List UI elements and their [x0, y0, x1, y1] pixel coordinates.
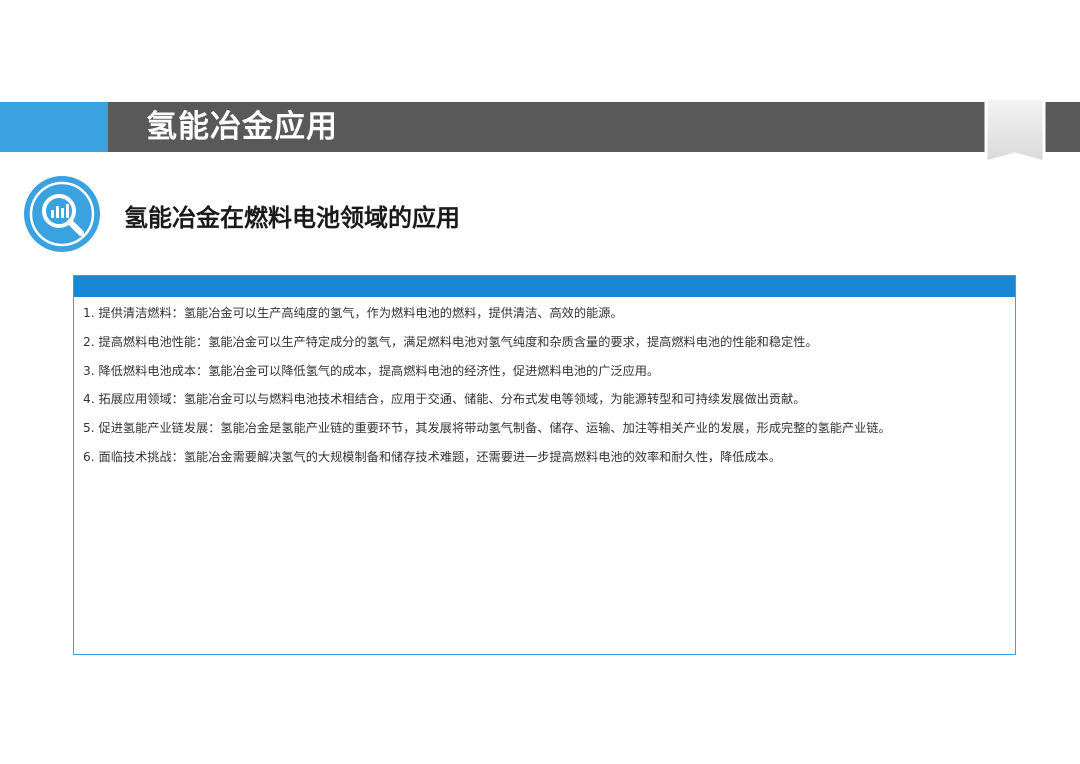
page-title: 氢能冶金应用 [146, 109, 338, 145]
title-accent-block [0, 102, 108, 152]
list-item: 5. 促进氢能产业链发展：氢能冶金是氢能产业链的重要环节，其发展将带动氢气制备、… [83, 421, 891, 436]
content-panel-header [74, 276, 1015, 297]
title-bar: 氢能冶金应用 [0, 102, 1080, 152]
content-list: 1. 提供清洁燃料：氢能冶金可以生产高纯度的氢气，作为燃料电池的燃料，提供清洁、… [74, 297, 1015, 464]
content-panel: 1. 提供清洁燃料：氢能冶金可以生产高纯度的氢气，作为燃料电池的燃料，提供清洁、… [73, 275, 1016, 655]
list-item: 4. 拓展应用领域：氢能冶金可以与燃料电池技术相结合，应用于交通、储能、分布式发… [83, 392, 806, 407]
list-item: 6. 面临技术挑战：氢能冶金需要解决氢气的大规模制备和储存技术难题，还需要进一步… [83, 449, 782, 464]
list-item: 3. 降低燃料电池成本：氢能冶金可以降低氢气的成本，提高燃料电池的经济性，促进燃… [83, 363, 660, 378]
bookmark-ribbon-icon [984, 96, 1046, 164]
magnifier-chart-icon [24, 176, 100, 252]
list-item: 1. 提供清洁燃料：氢能冶金可以生产高纯度的氢气，作为燃料电池的燃料，提供清洁、… [83, 306, 623, 320]
list-item: 2. 提高燃料电池性能：氢能冶金可以生产特定成分的氢气，满足燃料电池对氢气纯度和… [83, 334, 818, 349]
section-title: 氢能冶金在燃料电池领域的应用 [124, 204, 460, 232]
